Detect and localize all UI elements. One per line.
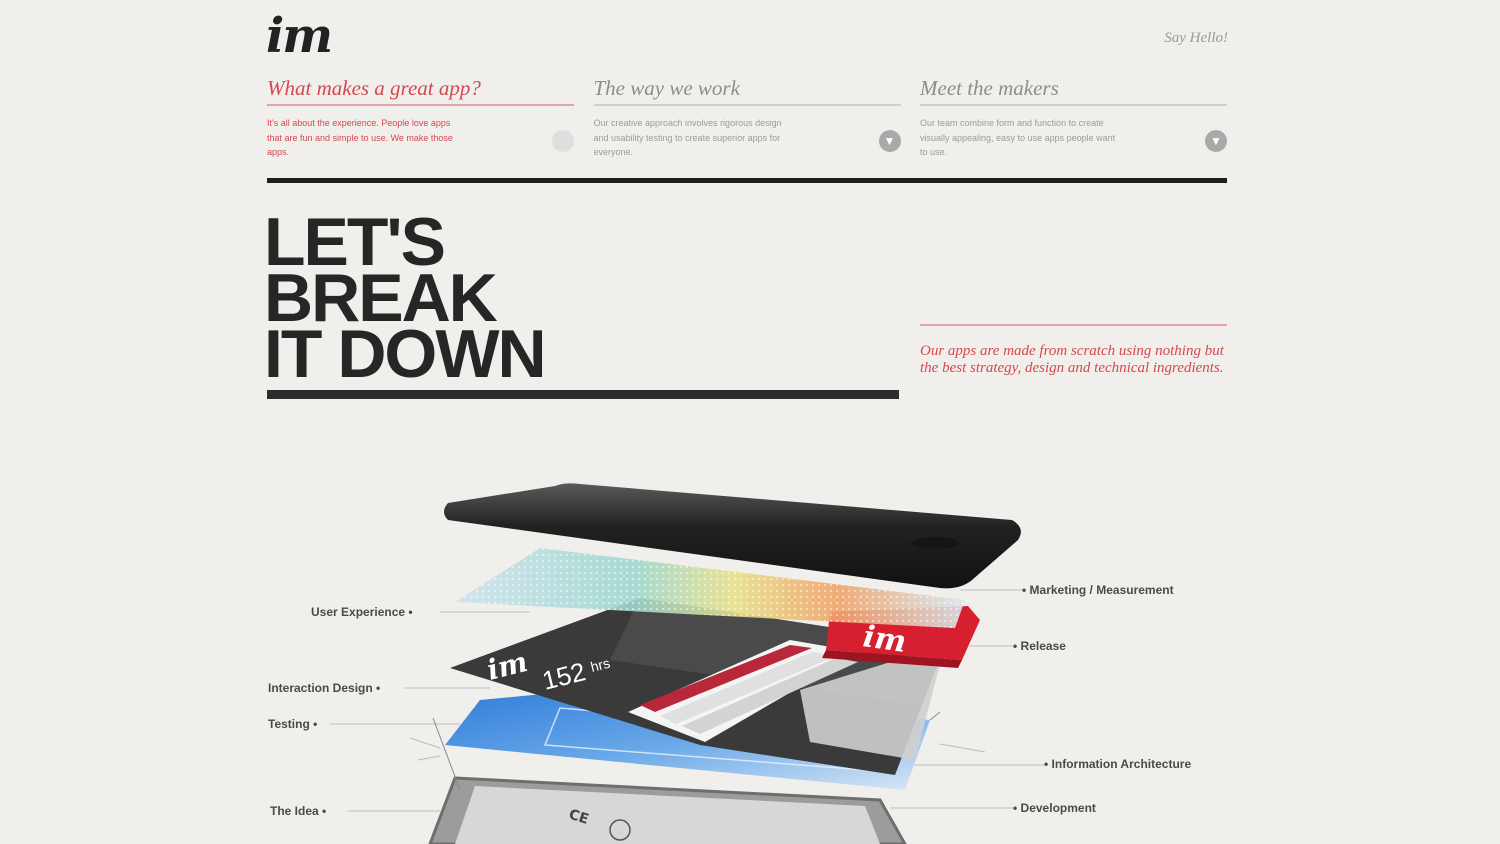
label-interaction-design: Interaction Design •	[268, 681, 381, 695]
phone-chassis: CE	[428, 776, 907, 844]
exploded-phone-diagram: CE im 152 hrs im	[330, 483, 1046, 844]
label-testing: Testing •	[268, 717, 318, 731]
label-user-experience: User Experience •	[311, 605, 413, 619]
label-marketing-measurement: • Marketing / Measurement	[1022, 583, 1174, 597]
label-development: • Development	[1013, 801, 1096, 815]
release-logo: im	[861, 619, 909, 660]
label-information-architecture: • Information Architecture	[1044, 757, 1192, 771]
label-the-idea: The Idea •	[270, 804, 327, 818]
label-release: • Release	[1013, 639, 1066, 653]
